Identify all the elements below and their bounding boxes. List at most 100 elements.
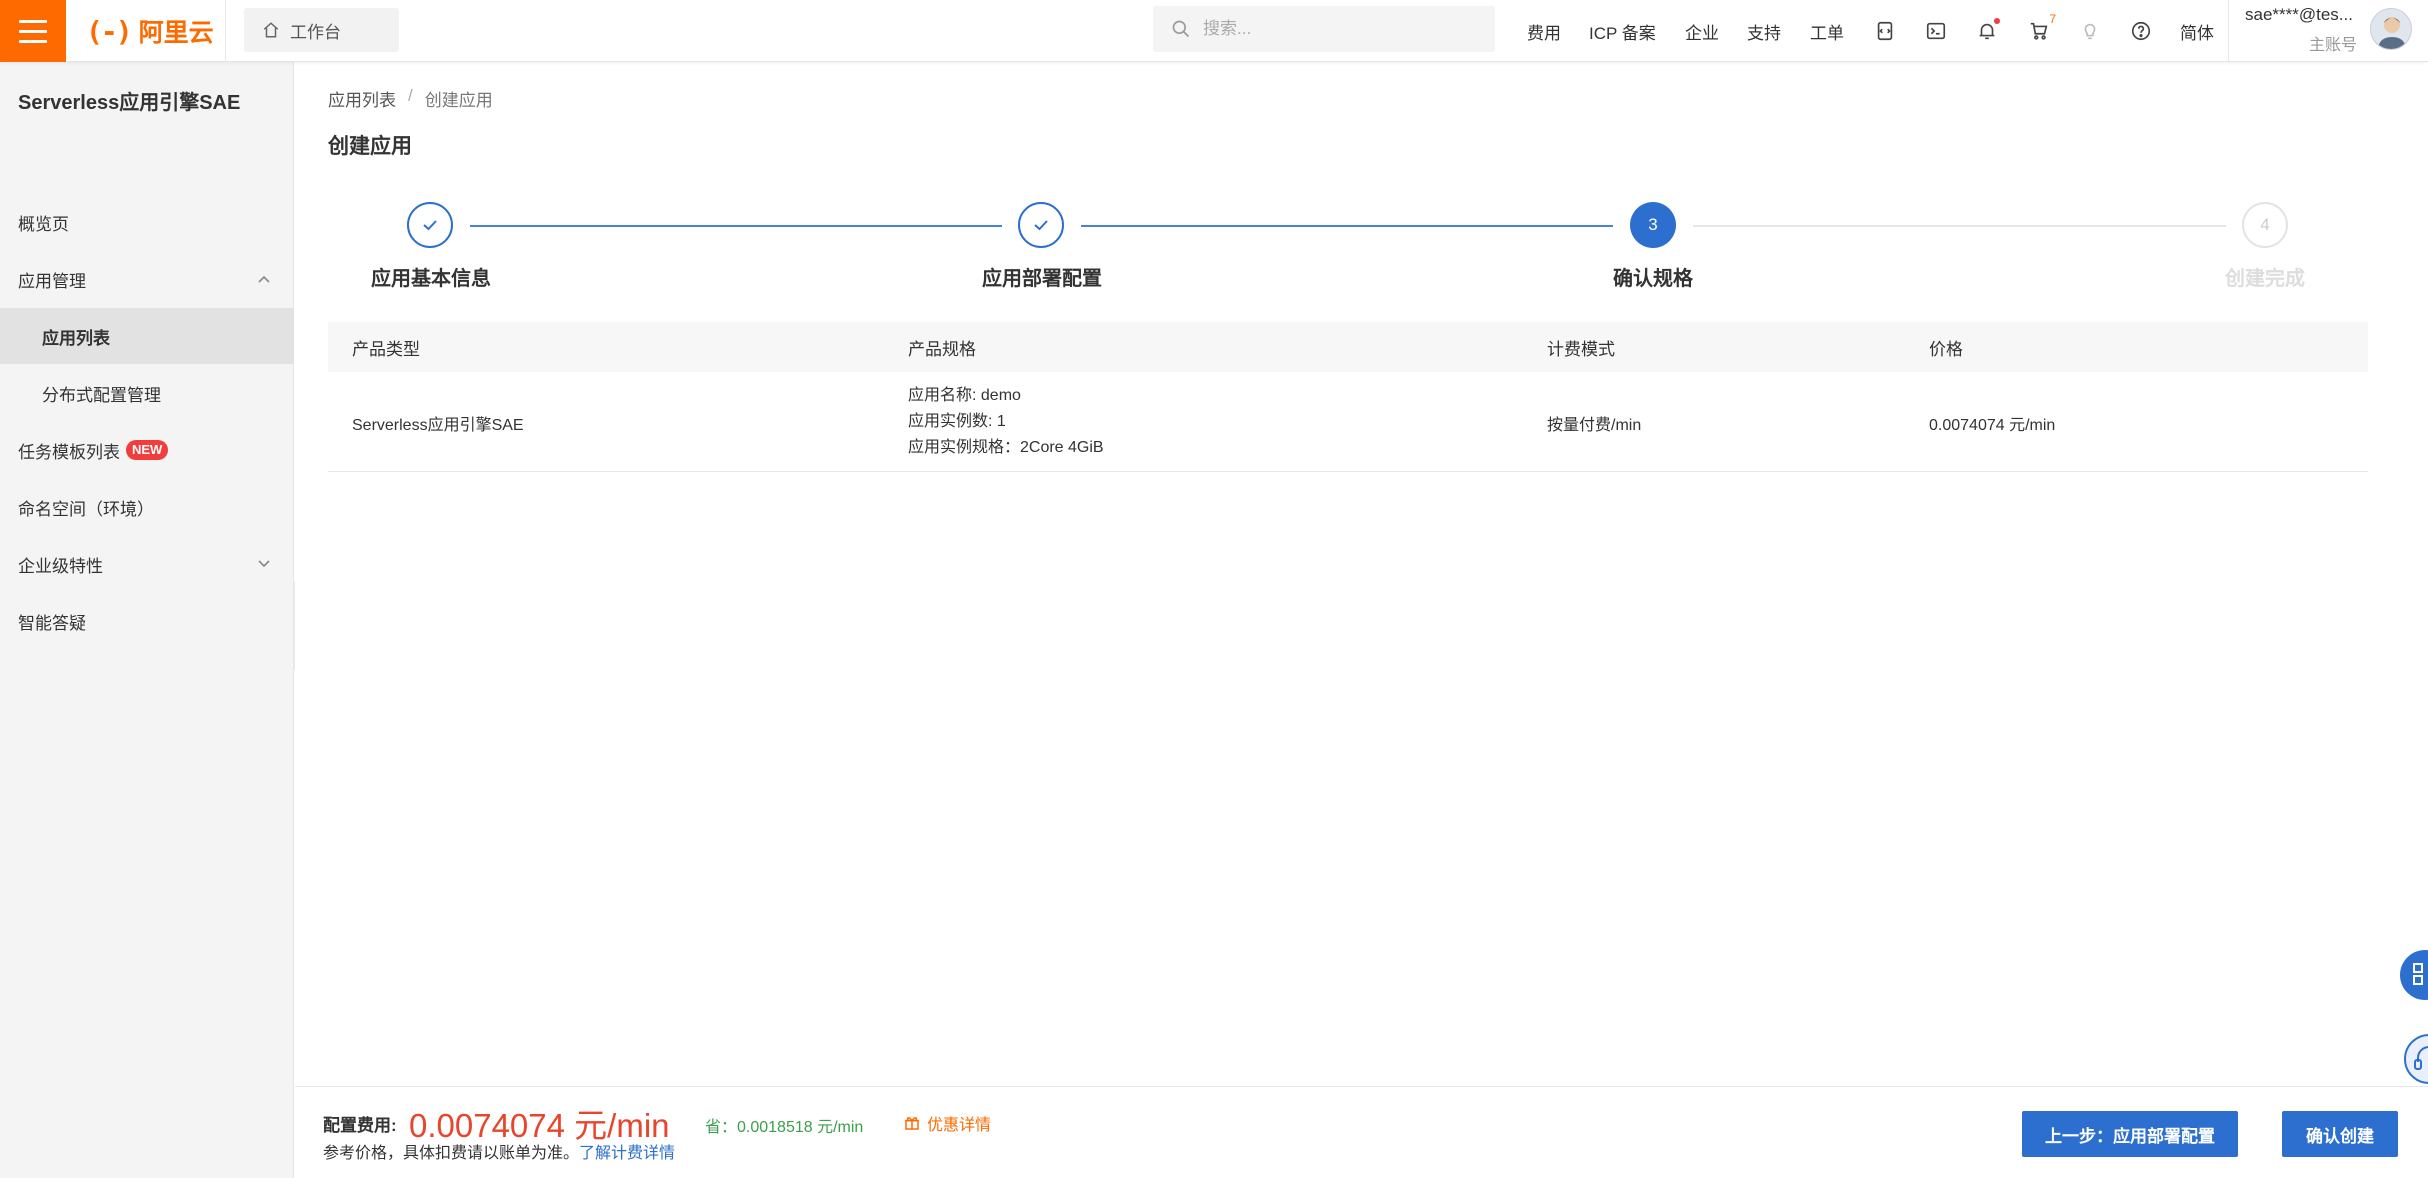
account-menu[interactable]: sae****@tes... 主账号: [2228, 0, 2245, 62]
sidebar-item-label: 应用管理: [18, 267, 86, 292]
table-row: Serverless应用引擎SAE 应用名称: demo 应用实例数: 1 应用…: [328, 372, 2368, 472]
previous-step-button[interactable]: 上一步：应用部署配置: [2022, 1111, 2238, 1157]
step-1-check: [407, 202, 453, 248]
search-input[interactable]: [1203, 19, 1463, 39]
notification-bell-icon[interactable]: [1970, 14, 2004, 48]
step-2-check: [1018, 202, 1064, 248]
header-billing: 计费模式: [1547, 335, 1615, 360]
nav-ticket[interactable]: 工单: [1810, 0, 1844, 62]
header-product-spec: 产品规格: [908, 335, 976, 360]
gift-icon: [903, 1114, 921, 1132]
sidebar-item-overview[interactable]: 概览页: [0, 194, 294, 250]
aliyun-logo[interactable]: (-) 阿里云: [86, 13, 214, 49]
headset-icon: [2406, 1036, 2428, 1082]
table-header: 产品类型 产品规格 计费模式 价格: [328, 322, 2368, 372]
language-switch[interactable]: 简体: [2180, 0, 2214, 62]
floating-tools-button[interactable]: [2400, 950, 2428, 1000]
page-title: 创建应用: [328, 130, 412, 160]
breadcrumb-app-list[interactable]: 应用列表: [328, 86, 396, 111]
chevron-down-icon: [256, 556, 272, 572]
customer-service-button[interactable]: [2404, 1034, 2428, 1084]
step-3-number: 3: [1630, 202, 1676, 248]
home-icon: [262, 21, 280, 39]
sidebar: Serverless应用引擎SAE 概览页 应用管理 应用列表 分布式配置管理 …: [0, 62, 294, 1178]
step-connector: [1081, 225, 1613, 227]
hamburger-menu-icon[interactable]: [0, 0, 66, 62]
sidebar-item-label: 概览页: [18, 210, 69, 235]
spec-app-name: 应用名称: demo: [908, 383, 1104, 409]
sidebar-item-app-list[interactable]: 应用列表: [0, 308, 294, 364]
check-icon: [420, 215, 440, 235]
account-role: 主账号: [2309, 31, 2357, 55]
step-connector: [470, 225, 1002, 227]
step-2-label: 应用部署配置: [982, 262, 1102, 291]
sidebar-item-label: 企业级特性: [18, 552, 103, 577]
cell-billing: 按量付费/min: [1547, 411, 1641, 435]
sidebar-item-label: 智能答疑: [18, 609, 86, 634]
sidebar-item-label: 应用列表: [42, 324, 110, 349]
language-label: 简体: [2180, 19, 2214, 44]
sidebar-item-smart-qa[interactable]: 智能答疑: [0, 593, 294, 649]
spec-instance-size: 应用实例规格：2Core 4GiB: [908, 435, 1104, 461]
check-icon: [1031, 215, 1051, 235]
aliyun-logo-mark: (-): [86, 15, 131, 48]
header-product-type: 产品类型: [352, 335, 420, 360]
aliyun-logo-text: 阿里云: [139, 13, 214, 49]
step-3-label: 确认规格: [1613, 262, 1693, 291]
reference-note: 参考价格，具体扣费请以账单为准。了解计费详情: [323, 1139, 675, 1163]
step-connector: [1693, 225, 2226, 227]
account-email: sae****@tes...: [2245, 5, 2353, 25]
search-icon: [1171, 19, 1191, 39]
grid-icon: [2400, 950, 2428, 1000]
help-icon[interactable]: [2124, 14, 2158, 48]
step-4-number: 4: [2242, 202, 2288, 248]
nav-enterprise-label: 企业: [1685, 19, 1719, 44]
nav-icp[interactable]: ICP 备案: [1589, 0, 1656, 62]
billing-details-link[interactable]: 了解计费详情: [579, 1145, 675, 1162]
nav-icp-label: ICP 备案: [1589, 19, 1656, 44]
sidebar-item-job-templates[interactable]: 任务模板列表 NEW: [0, 422, 294, 478]
sidebar-item-namespace[interactable]: 命名空间（环境）: [0, 479, 294, 535]
reference-note-text: 参考价格，具体扣费请以账单为准。: [323, 1145, 579, 1162]
breadcrumb: 应用列表 / 创建应用: [328, 86, 493, 111]
cell-product-spec: 应用名称: demo 应用实例数: 1 应用实例规格：2Core 4GiB: [908, 383, 1104, 461]
sidebar-item-enterprise-features[interactable]: 企业级特性: [0, 536, 294, 592]
workbench-button[interactable]: 工作台: [244, 8, 399, 52]
topbar-divider: [225, 0, 226, 62]
nav-billing[interactable]: 费用: [1527, 0, 1561, 62]
nav-ticket-label: 工单: [1810, 19, 1844, 44]
new-badge: NEW: [126, 440, 168, 460]
notification-dot: [1994, 18, 2000, 24]
breadcrumb-separator: /: [408, 86, 413, 111]
sidebar-item-label: 分布式配置管理: [42, 381, 161, 406]
nav-billing-label: 费用: [1527, 19, 1561, 44]
discount-details-link[interactable]: 优惠详情: [903, 1111, 991, 1135]
lightbulb-icon[interactable]: [2073, 14, 2107, 48]
cloud-shell-icon[interactable]: [1868, 14, 1902, 48]
terminal-icon[interactable]: [1919, 14, 1953, 48]
main-content: 应用列表 / 创建应用 创建应用 3 4 应用基本信息 应用部署配置 确认规格 …: [295, 62, 2428, 1178]
sidebar-item-label: 命名空间（环境）: [18, 495, 154, 520]
step-4-label: 创建完成: [2225, 262, 2305, 291]
top-bar: (-) 阿里云 工作台 费用 ICP 备案 企业 支持 工单 7 简体 sae*…: [0, 0, 2428, 62]
sidebar-item-app-management[interactable]: 应用管理: [0, 251, 294, 307]
nav-support[interactable]: 支持: [1747, 0, 1781, 62]
spec-table: 产品类型 产品规格 计费模式 价格 Serverless应用引擎SAE 应用名称…: [328, 322, 2368, 472]
search-box[interactable]: [1153, 6, 1495, 52]
nav-enterprise[interactable]: 企业: [1685, 0, 1719, 62]
step-1-label: 应用基本信息: [371, 262, 491, 291]
confirm-create-button[interactable]: 确认创建: [2282, 1111, 2398, 1157]
discount-label: 优惠详情: [927, 1111, 991, 1135]
breadcrumb-current: 创建应用: [425, 86, 493, 111]
cell-product-type: Serverless应用引擎SAE: [352, 411, 524, 435]
nav-support-label: 支持: [1747, 19, 1781, 44]
fee-label: 配置费用:: [323, 1111, 397, 1136]
step-indicator: 3 4: [295, 202, 2428, 302]
sidebar-title: Serverless应用引擎SAE: [18, 86, 240, 115]
sidebar-item-distributed-config[interactable]: 分布式配置管理: [0, 365, 294, 421]
spec-instance-count: 应用实例数: 1: [908, 409, 1104, 435]
cart-icon[interactable]: 7: [2022, 14, 2056, 48]
workbench-label: 工作台: [290, 18, 341, 43]
avatar[interactable]: [2370, 8, 2412, 50]
sidebar-item-label: 任务模板列表: [18, 438, 120, 463]
